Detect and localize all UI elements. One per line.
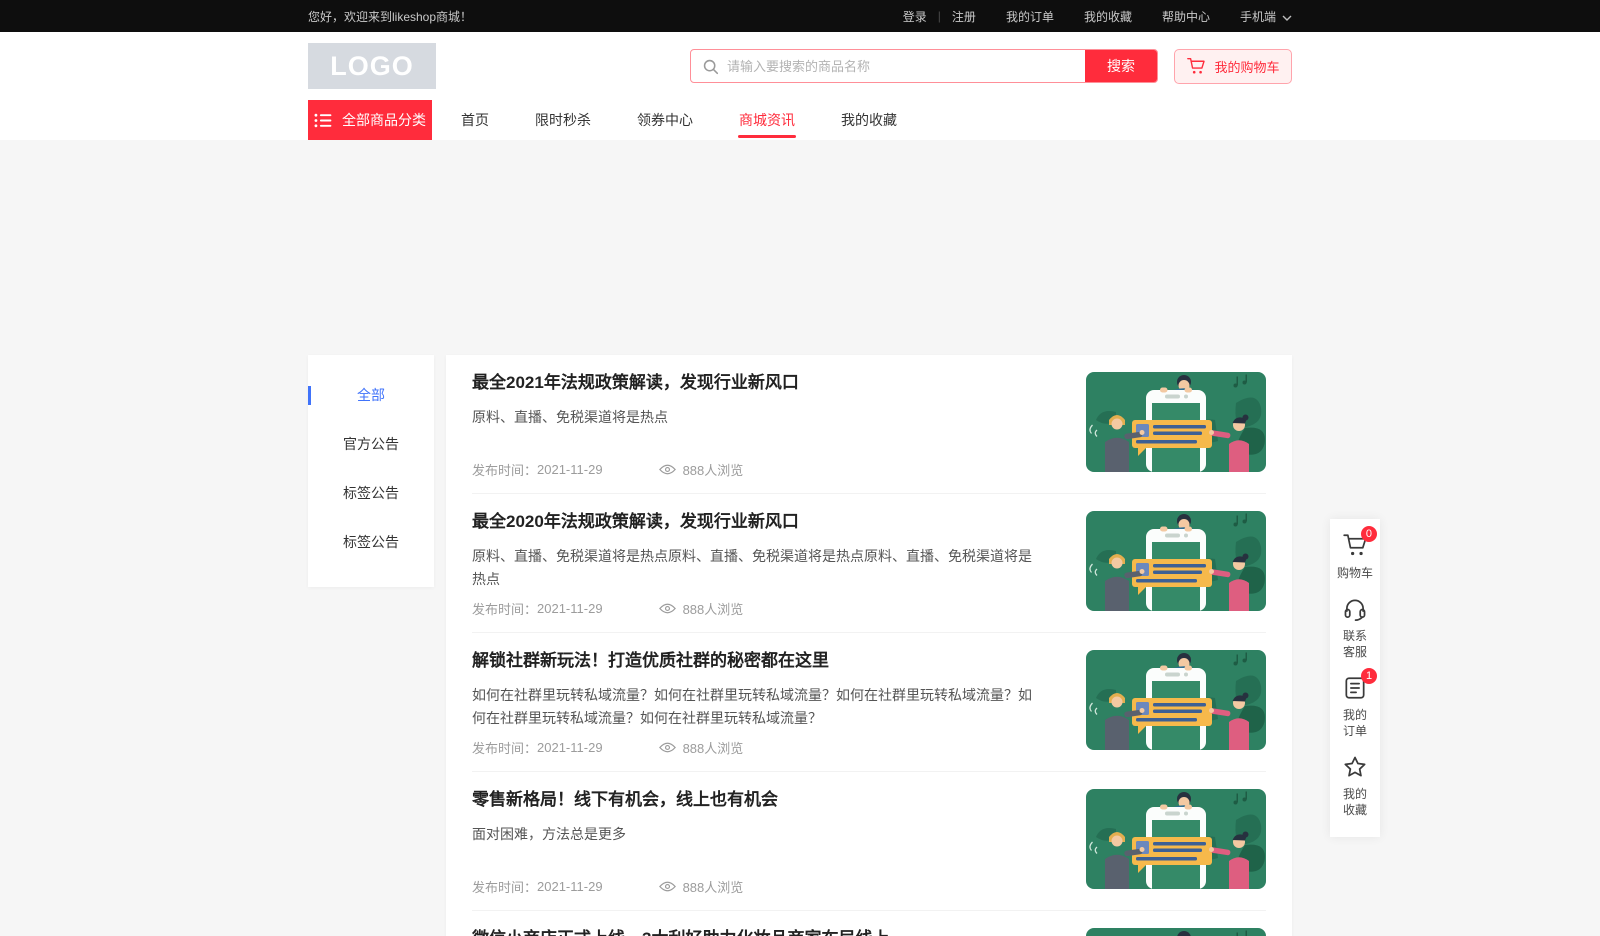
article-row[interactable]: 解锁社群新玩法！打造优质社群的秘密都在这里 如何在社群里玩转私域流量？如何在社群… xyxy=(472,633,1266,772)
article-row[interactable]: 零售新格局！线下有机会，线上也有机会 面对困难，方法总是更多 发布时间： 202… xyxy=(472,772,1266,911)
orders-badge: 1 xyxy=(1361,668,1377,684)
views-count: 888人浏览 xyxy=(683,599,744,618)
headset-icon xyxy=(1342,596,1368,622)
cart-icon: 0 xyxy=(1342,533,1368,559)
article-meta: 发布时间： 2021-11-29 888人浏览 xyxy=(472,599,1042,618)
order-list-icon: 1 xyxy=(1342,675,1368,701)
article-summary: 面对困难，方法总是更多 xyxy=(472,823,1042,846)
nav-item-my-favorites[interactable]: 我的收藏 xyxy=(818,100,920,140)
article-row[interactable]: 最全2021年法规政策解读，发现行业新风口 原料、直播、免税渠道将是热点 发布时… xyxy=(472,355,1266,494)
article-row[interactable]: 微信小商店正式上线，3大利好助力化妆品商家布局线上 发布时间： 2021-11-… xyxy=(472,911,1266,936)
float-contact-service-item[interactable]: 联系客服 xyxy=(1342,596,1368,660)
article-thumbnail xyxy=(1086,372,1266,472)
article-title: 解锁社群新玩法！打造优质社群的秘密都在这里 xyxy=(472,650,1042,672)
float-my-favorites-item[interactable]: 我的收藏 xyxy=(1342,754,1368,818)
all-categories-button[interactable]: 全部商品分类 xyxy=(308,100,432,140)
article-title: 零售新格局！线下有机会，线上也有机会 xyxy=(472,789,1042,811)
article-meta: 发布时间： 2021-11-29 888人浏览 xyxy=(472,460,1042,479)
nav-items: 首页 限时秒杀 领券中心 商城资讯 我的收藏 xyxy=(438,100,920,140)
help-center-link[interactable]: 帮助中心 xyxy=(1162,8,1210,25)
nav-item-home[interactable]: 首页 xyxy=(438,100,512,140)
article-thumbnail xyxy=(1086,928,1266,936)
login-link[interactable]: 登录 xyxy=(903,8,927,25)
article-row[interactable]: 最全2020年法规政策解读，发现行业新风口 原料、直播、免税渠道将是热点原料、直… xyxy=(472,494,1266,633)
topbar: 您好，欢迎来到likeshop商城！ 登录 | 注册 我的订单 我的收藏 帮助中… xyxy=(0,0,1600,32)
publish-label: 发布时间： xyxy=(472,738,537,757)
views-count: 888人浏览 xyxy=(683,460,744,479)
float-my-orders-item[interactable]: 1 我的订单 xyxy=(1342,675,1368,739)
nav-item-coupon-center[interactable]: 领券中心 xyxy=(614,100,716,140)
sidebar-item-official-notice[interactable]: 官方公告 xyxy=(308,420,434,469)
publish-date: 2021-11-29 xyxy=(537,601,603,616)
views-count: 888人浏览 xyxy=(683,738,744,757)
cart-badge: 0 xyxy=(1361,526,1377,542)
news-list: 最全2021年法规政策解读，发现行业新风口 原料、直播、免税渠道将是热点 发布时… xyxy=(446,355,1292,936)
float-cart-item[interactable]: 0 购物车 xyxy=(1337,533,1373,581)
publish-label: 发布时间： xyxy=(472,877,537,896)
search-box: 搜索 xyxy=(690,49,1158,83)
article-thumbnail xyxy=(1086,650,1266,750)
sidebar-item-tag-notice-1[interactable]: 标签公告 xyxy=(308,469,434,518)
chevron-down-icon xyxy=(1282,10,1292,24)
article-title: 最全2020年法规政策解读，发现行业新风口 xyxy=(472,511,1042,533)
topbar-divider: | xyxy=(938,9,941,23)
article-summary: 原料、直播、免税渠道将是热点 xyxy=(472,406,1042,429)
sidebar-item-tag-notice-2[interactable]: 标签公告 xyxy=(308,518,434,567)
article-meta: 发布时间： 2021-11-29 888人浏览 xyxy=(472,877,1042,896)
nav-item-flash-sale[interactable]: 限时秒杀 xyxy=(512,100,614,140)
my-favorites-link[interactable]: 我的收藏 xyxy=(1084,8,1132,25)
search-button[interactable]: 搜索 xyxy=(1085,49,1157,83)
register-link[interactable]: 注册 xyxy=(952,8,976,25)
article-thumbnail xyxy=(1086,511,1266,611)
article-title: 最全2021年法规政策解读，发现行业新风口 xyxy=(472,372,1042,394)
search-icon xyxy=(702,58,719,75)
article-summary: 如何在社群里玩转私域流量？如何在社群里玩转私域流量？如何在社群里玩转私域流量？如… xyxy=(472,684,1042,730)
eye-icon xyxy=(659,881,676,892)
nav-item-mall-news[interactable]: 商城资讯 xyxy=(716,100,818,140)
eye-icon xyxy=(659,742,676,753)
eye-icon xyxy=(659,464,676,475)
article-title: 微信小商店正式上线，3大利好助力化妆品商家布局线上 xyxy=(472,928,1042,936)
header: LOGO 搜索 我的购物车 xyxy=(0,32,1600,100)
mobile-link[interactable]: 手机端 xyxy=(1240,8,1292,25)
topbar-links: 登录 | 注册 我的订单 我的收藏 帮助中心 手机端 xyxy=(903,8,1292,25)
category-list-icon xyxy=(314,113,332,128)
article-summary: 原料、直播、免税渠道将是热点原料、直播、免税渠道将是热点原料、直播、免税渠道将是… xyxy=(472,545,1042,591)
views-count: 888人浏览 xyxy=(683,877,744,896)
cart-icon xyxy=(1186,57,1206,75)
floating-tools-panel: 0 购物车 联系客服 1 我的订单 我的收藏 xyxy=(1330,519,1380,837)
publish-label: 发布时间： xyxy=(472,460,537,479)
publish-date: 2021-11-29 xyxy=(537,740,603,755)
search-input[interactable] xyxy=(719,50,1085,82)
publish-label: 发布时间： xyxy=(472,599,537,618)
logo[interactable]: LOGO xyxy=(308,43,436,89)
welcome-text: 您好，欢迎来到likeshop商城！ xyxy=(308,8,472,25)
star-icon xyxy=(1342,754,1368,780)
article-thumbnail xyxy=(1086,789,1266,889)
eye-icon xyxy=(659,603,676,614)
my-cart-button[interactable]: 我的购物车 xyxy=(1174,49,1292,84)
article-meta: 发布时间： 2021-11-29 888人浏览 xyxy=(472,738,1042,757)
publish-date: 2021-11-29 xyxy=(537,879,603,894)
main-nav: 全部商品分类 首页 限时秒杀 领券中心 商城资讯 我的收藏 xyxy=(0,100,1600,140)
sidebar-item-all[interactable]: 全部 xyxy=(308,371,434,420)
publish-date: 2021-11-29 xyxy=(537,462,603,477)
my-orders-link[interactable]: 我的订单 xyxy=(1006,8,1054,25)
news-category-sidebar: 全部 官方公告 标签公告 标签公告 xyxy=(308,355,434,587)
